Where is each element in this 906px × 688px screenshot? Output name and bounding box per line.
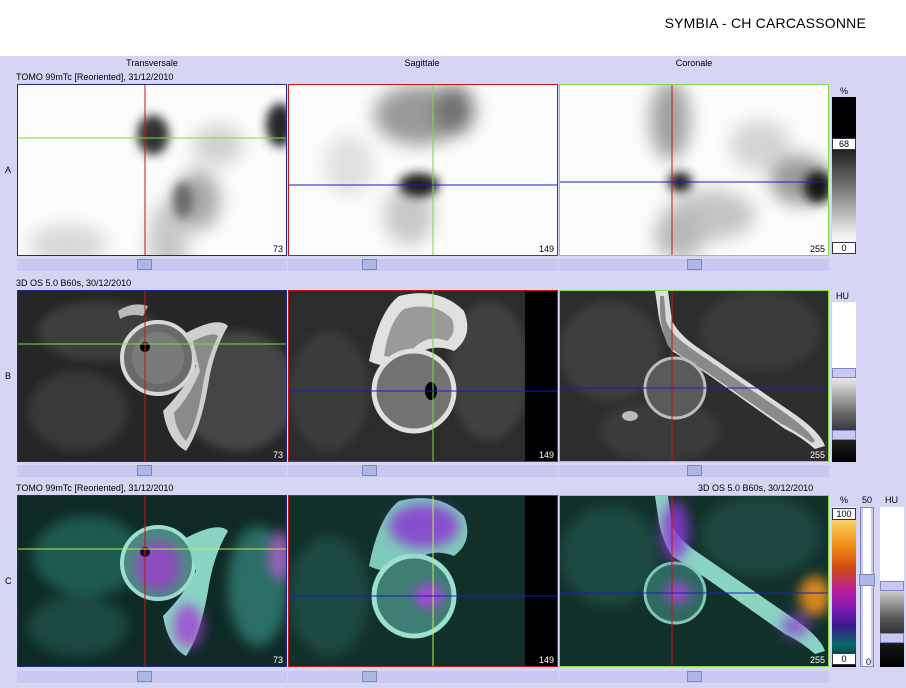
row-c-transverse-slice-slider[interactable] — [17, 671, 287, 683]
slice-number-c2: 149 — [538, 655, 554, 665]
slider-thumb[interactable] — [362, 259, 377, 270]
row-c-series-label-right: 3D OS 5.0 B60s, 30/12/2010 — [698, 483, 814, 493]
ct-sagittal-image — [289, 291, 557, 461]
row-a-grayscale-bar[interactable] — [832, 97, 856, 249]
row-a-sagittal-viewport[interactable]: 149 — [288, 84, 558, 256]
row-b-coronal-viewport[interactable]: 255 — [559, 290, 829, 462]
slider-thumb[interactable] — [687, 465, 702, 476]
row-b-sagittal-viewport[interactable]: 149 — [288, 290, 558, 462]
row-b-transverse-viewport[interactable]: 73 — [17, 290, 287, 462]
slider-thumb[interactable] — [137, 259, 152, 270]
fusion-blend-slider[interactable] — [859, 507, 875, 667]
scale-c-pct-unit: % — [840, 495, 849, 505]
slider-thumb[interactable] — [362, 671, 377, 682]
scale-c-fusion-min: 0 — [866, 657, 872, 667]
fused-coronal-image — [560, 496, 828, 666]
slice-number-c3: 255 — [809, 655, 825, 665]
slider-thumb[interactable] — [687, 671, 702, 682]
scale-c-min-value[interactable]: 0 — [832, 653, 856, 665]
row-c-sagittal-slice-slider[interactable] — [288, 671, 558, 683]
row-a-coronal-slice-slider[interactable] — [559, 259, 829, 271]
column-header-transverse: Transversale — [126, 58, 178, 68]
row-c-sagittal-viewport[interactable]: 149 — [288, 495, 558, 667]
row-b-transverse-slice-slider[interactable] — [17, 465, 287, 477]
row-c-coronal-viewport[interactable]: 255 — [559, 495, 829, 667]
slice-number-c1: 73 — [272, 655, 283, 665]
scale-a-level-value[interactable]: 68 — [832, 138, 856, 150]
row-a-sagittal-slice-slider[interactable] — [288, 259, 558, 271]
slider-thumb[interactable] — [137, 671, 152, 682]
scale-c-fusion-mid: 50 — [862, 495, 873, 505]
row-a-transverse-viewport[interactable]: 73 — [17, 84, 287, 256]
slider-thumb[interactable] — [362, 465, 377, 476]
row-a-series-label: TOMO 99mTc [Reoriented], 31/12/2010 — [16, 72, 174, 82]
slice-number-a2: 149 — [538, 244, 554, 254]
fusion-slider-thumb[interactable] — [859, 574, 875, 586]
scale-b-unit: HU — [836, 291, 849, 301]
row-c-color-bar[interactable] — [832, 507, 856, 667]
row-c-series-label-left: TOMO 99mTc [Reoriented], 31/12/2010 — [16, 483, 174, 493]
nm-transverse-image — [18, 85, 286, 255]
slice-number-a1: 73 — [272, 244, 283, 254]
slice-number-b2: 149 — [538, 450, 554, 460]
column-header-coronal: Coronale — [675, 58, 713, 68]
scale-a-unit: % — [840, 86, 849, 96]
row-b-series-label: 3D OS 5.0 B60s, 30/12/2010 — [16, 278, 132, 288]
row-letter-c: C — [5, 576, 12, 586]
app-header: SYMBIA - CH CARCASSONNE — [0, 0, 906, 56]
slider-thumb[interactable] — [687, 259, 702, 270]
slice-number-a3: 255 — [809, 244, 825, 254]
row-b-grayscale-bar[interactable] — [832, 302, 856, 462]
slice-number-b3: 255 — [809, 450, 825, 460]
ct-transverse-image — [18, 291, 286, 461]
row-letter-b: B — [5, 371, 12, 381]
app-title: SYMBIA - CH CARCASSONNE — [664, 15, 866, 31]
row-a-coronal-viewport[interactable]: 255 — [559, 84, 829, 256]
ct-coronal-image — [560, 291, 828, 461]
nm-sagittal-image — [289, 85, 557, 255]
window-lower-handle[interactable] — [832, 430, 856, 440]
fused-sagittal-image — [289, 496, 557, 666]
window-upper-handle[interactable] — [832, 368, 856, 378]
slice-number-b1: 73 — [272, 450, 283, 460]
row-c-transverse-viewport[interactable]: 73 — [17, 495, 287, 667]
scale-a-min-value[interactable]: 0 — [832, 242, 856, 254]
row-c-ct-grayscale-bar[interactable] — [880, 507, 904, 667]
slider-thumb[interactable] — [137, 465, 152, 476]
row-b-coronal-slice-slider[interactable] — [559, 465, 829, 477]
scale-c-max-value[interactable]: 100 — [832, 508, 856, 520]
fusion-slider-track — [863, 508, 871, 666]
column-header-sagittal: Sagittale — [404, 58, 440, 68]
row-c-coronal-slice-slider[interactable] — [559, 671, 829, 683]
row-letter-a: A — [5, 165, 12, 175]
row-a-transverse-slice-slider[interactable] — [17, 259, 287, 271]
row-b-sagittal-slice-slider[interactable] — [288, 465, 558, 477]
ct-window-upper-handle[interactable] — [880, 581, 904, 591]
ct-window-lower-handle[interactable] — [880, 633, 904, 643]
fused-transverse-image — [18, 496, 286, 666]
scale-c-hu-unit: HU — [885, 495, 898, 505]
nm-coronal-image — [560, 85, 828, 255]
